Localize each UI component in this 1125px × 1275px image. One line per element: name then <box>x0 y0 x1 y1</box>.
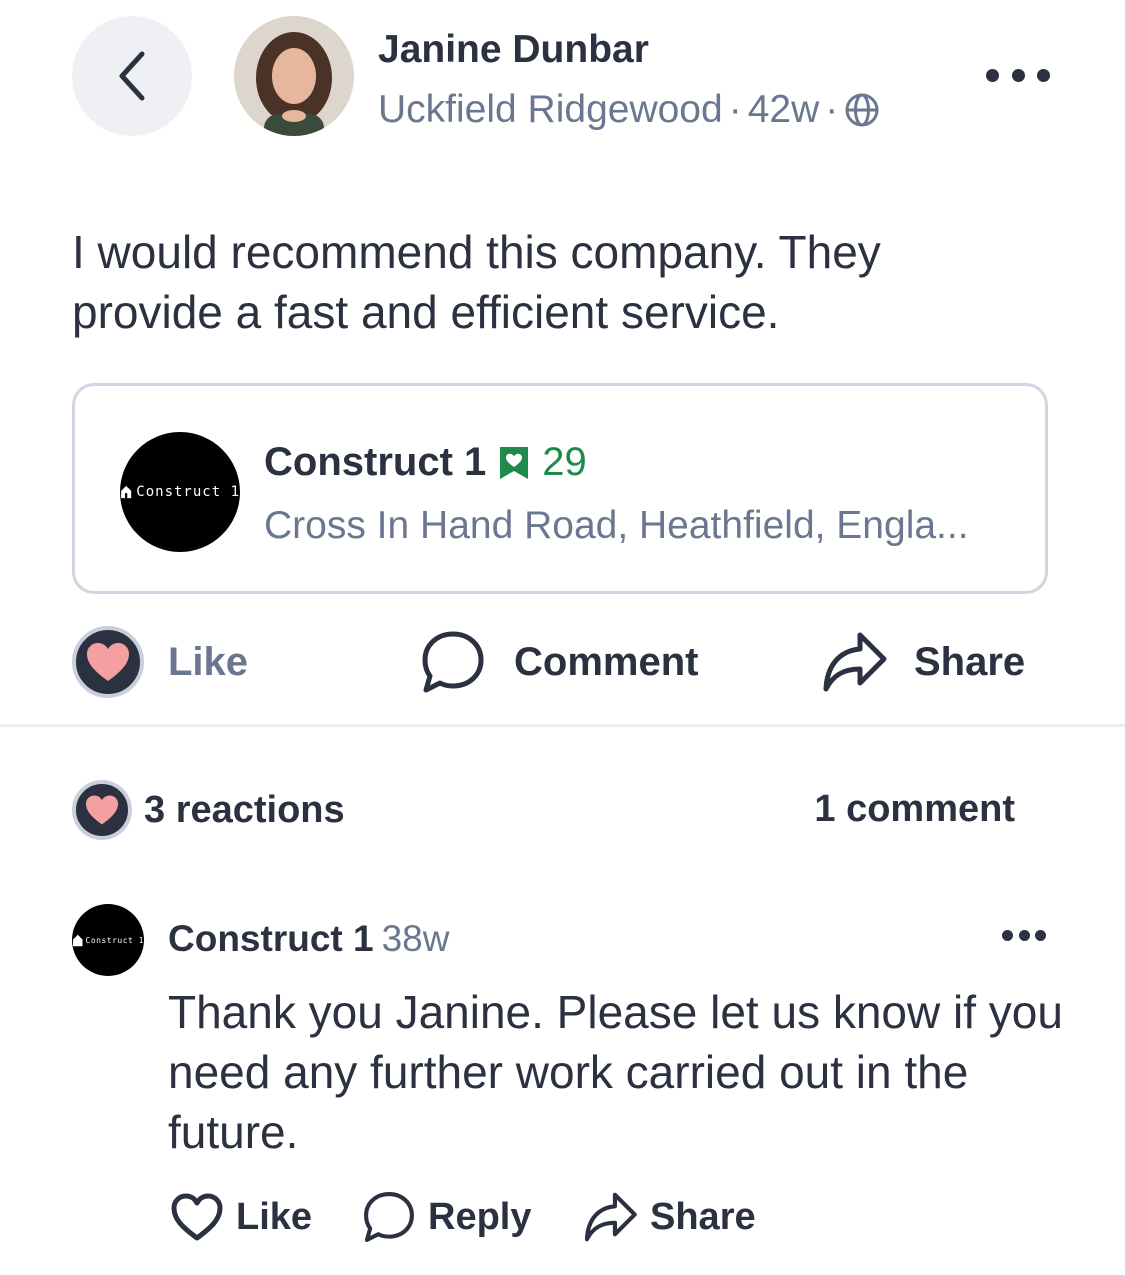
post-text: I would recommend this company. They pro… <box>72 226 881 338</box>
dot-icon <box>1002 929 1013 941</box>
author-location[interactable]: Uckfield Ridgewood <box>378 88 723 132</box>
dot-icon <box>1011 68 1025 82</box>
comment-header: Construct 1 38w <box>168 918 449 960</box>
business-logo[interactable]: Construct 1 <box>120 432 240 552</box>
like-button[interactable]: Like <box>72 626 248 698</box>
share-arrow-icon <box>584 1192 637 1242</box>
comment-share-button[interactable]: Share <box>582 1184 756 1250</box>
author-meta: Uckfield Ridgewood · 42w · <box>378 88 880 132</box>
dot-icon <box>1037 68 1050 82</box>
reply-bubble-icon <box>364 1192 414 1242</box>
like-label: Like <box>168 639 249 684</box>
share-label: Share <box>914 639 1026 684</box>
business-logo-text: Construct 1 <box>136 484 240 500</box>
post-more-options-button[interactable] <box>986 60 1050 90</box>
business-name-row: Construct 1 29 <box>264 440 587 485</box>
favorite-badge-icon <box>498 445 530 481</box>
meta-separator: · <box>728 88 742 131</box>
comment-reply-label: Reply <box>428 1195 532 1238</box>
comment-button[interactable]: Comment <box>420 626 698 698</box>
post-time: 42w <box>747 88 820 131</box>
heart-reaction-icon <box>72 780 132 840</box>
chevron-left-icon <box>119 51 145 101</box>
dot-icon <box>986 68 999 82</box>
reactions-summary[interactable]: 3 reactions <box>72 780 345 840</box>
comment-share-label: Share <box>650 1195 756 1238</box>
comment-text: Thank you Janine. Please let us know if … <box>168 986 1063 1158</box>
meta-separator: · <box>825 88 839 131</box>
comment-bubble-icon <box>422 631 484 693</box>
author-name[interactable]: Janine Dunbar <box>378 28 649 72</box>
comment-reply-button[interactable]: Reply <box>362 1184 531 1250</box>
business-name[interactable]: Construct 1 <box>264 440 486 485</box>
heart-outline-icon <box>171 1193 223 1241</box>
recommend-count: 29 <box>542 440 587 484</box>
reactions-count: 3 reactions <box>144 788 345 831</box>
house-logo-icon <box>73 934 83 946</box>
business-address: Cross In Hand Road, Heathfield, Engla... <box>264 504 969 547</box>
comment-like-button[interactable]: Like <box>170 1184 312 1250</box>
comment-avatar-logo-text: Construct 1 <box>85 935 144 945</box>
house-logo-icon <box>121 485 132 499</box>
dot-icon <box>1018 929 1030 941</box>
comment-author-avatar[interactable]: Construct 1 <box>72 904 144 976</box>
author-avatar[interactable] <box>234 16 354 136</box>
comment-more-options-button[interactable] <box>1002 928 1046 942</box>
avatar-photo <box>234 16 354 136</box>
divider <box>0 724 1125 727</box>
share-arrow-icon <box>823 632 887 692</box>
heart-icon <box>72 626 144 698</box>
comments-count[interactable]: 1 comment <box>814 788 1015 831</box>
comment-like-label: Like <box>236 1195 313 1238</box>
comment-time: 38w <box>381 918 450 959</box>
share-button[interactable]: Share <box>820 626 1025 698</box>
back-button[interactable] <box>72 16 192 136</box>
dot-icon <box>1035 929 1046 941</box>
comment-label: Comment <box>514 639 699 684</box>
comment-author-name[interactable]: Construct 1 <box>168 918 374 959</box>
globe-icon <box>845 93 879 127</box>
